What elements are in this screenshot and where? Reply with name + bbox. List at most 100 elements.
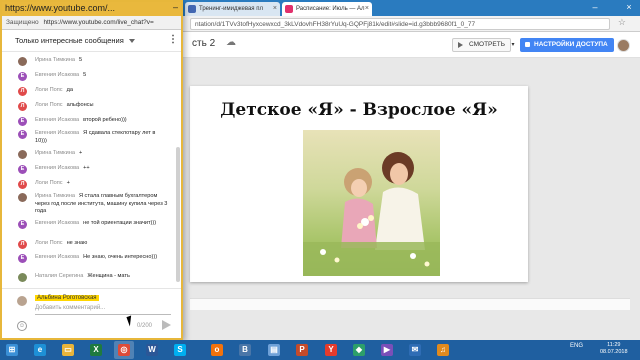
clock-time: 11:29 — [607, 342, 621, 348]
chrome-icon: ◎ — [118, 344, 130, 356]
secure-label: Защищено — [6, 19, 39, 26]
present-label: СМОТРЕТЬ — [469, 41, 505, 48]
taskbar-files[interactable]: ▤ — [264, 341, 284, 359]
avatar: Е — [18, 254, 27, 263]
stream-icon: ▶ — [381, 344, 393, 356]
taskbar-ppt[interactable]: P — [292, 341, 312, 359]
browser-tab-training[interactable]: Тренинг-имиджевая пл × — [185, 2, 280, 16]
message-author[interactable]: Евгения Исакова — [35, 254, 79, 260]
taskbar-skype[interactable]: S — [170, 341, 190, 359]
system-clock[interactable]: 11:29 08.07.2018 — [600, 342, 628, 356]
cloud-saved-icon: ☁ — [226, 37, 236, 48]
avatar: Л — [18, 102, 27, 111]
avatar: Е — [18, 117, 27, 126]
chat-message: Л Лоли Попс альфонсы — [18, 102, 168, 111]
files-icon: ▤ — [268, 344, 280, 356]
message-text: Женщина - мать — [87, 273, 130, 279]
message-author[interactable]: Евгения Исакова — [35, 220, 79, 226]
chat-scrollbar[interactable] — [176, 147, 180, 282]
chat-message: Л Лоли Попс да — [18, 87, 168, 96]
comment-input[interactable]: Добавить комментарий... — [35, 305, 105, 311]
start-button[interactable]: ⊞ — [2, 341, 22, 359]
emoji-icon[interactable]: ☺ — [17, 321, 27, 331]
chat-message: Е Евгения Исакова Не знаю, очень интересн… — [18, 254, 168, 263]
share-button[interactable]: НАСТРОЙКИ ДОСТУПА — [520, 38, 614, 52]
speaker-notes[interactable] — [190, 298, 630, 310]
taskbar-ie[interactable]: e — [30, 341, 50, 359]
taskbar-word[interactable]: W — [142, 341, 162, 359]
document-title[interactable]: сть 2 — [192, 38, 215, 49]
taskbar-player[interactable]: ♫ — [433, 341, 453, 359]
taskbar-stream[interactable]: ▶ — [377, 341, 397, 359]
avatar — [18, 57, 27, 66]
photo-illustration — [303, 152, 440, 276]
mail-icon: ✉ — [409, 344, 421, 356]
close-icon[interactable]: × — [273, 2, 277, 16]
current-slide[interactable]: Детское «Я» - Взрослое «Я» — [190, 86, 528, 282]
taskbar-app[interactable]: ◆ — [349, 341, 369, 359]
word-icon: W — [146, 344, 158, 356]
language-indicator[interactable]: ENG — [570, 343, 583, 349]
avatar: Е — [18, 72, 27, 81]
message-author[interactable]: Лоли Попс — [35, 87, 63, 93]
message-text: 5 — [83, 72, 87, 78]
avatar: Е — [18, 130, 27, 139]
browser-tab-schedule[interactable]: Расписание: Июль — Ал × — [282, 2, 372, 16]
close-window-button[interactable]: × — [620, 0, 638, 16]
skype-icon: S — [174, 344, 186, 356]
chat-input-area: Альбина Роготовская Добавить комментарий… — [2, 288, 181, 338]
message-author[interactable]: Евгения Исакова — [35, 130, 79, 136]
message-author[interactable]: Евгения Исакова — [35, 72, 79, 78]
account-avatar[interactable] — [617, 39, 630, 52]
minimize-icon[interactable]: – — [173, 2, 178, 12]
avatar — [18, 273, 27, 282]
message-author[interactable]: Евгения Исакова — [35, 165, 79, 171]
message-author[interactable]: Лоли Попс — [35, 240, 63, 246]
powerpoint-icon: P — [296, 344, 308, 356]
message-text: да — [66, 87, 73, 93]
taskbar-yandex[interactable]: Y — [321, 341, 341, 359]
excel-icon: X — [90, 344, 102, 356]
message-author[interactable]: Евгения Исакова — [35, 117, 79, 123]
present-button[interactable]: СМОТРЕТЬ — [452, 38, 511, 52]
minimize-button[interactable]: – — [586, 0, 604, 16]
message-author[interactable]: Лоли Попс — [35, 102, 63, 108]
message-author[interactable]: Наталия Серегина — [35, 273, 83, 279]
mother-daughter-photo[interactable] — [303, 130, 440, 276]
message-author[interactable]: Лоли Попс — [35, 180, 63, 186]
taskbar: ⊞ e ▭ X ◎ W S o B ▤ P Y ◆ ▶ ✉ ♫ ENG 11:2… — [0, 340, 640, 360]
url-field[interactable]: ntation/d/1TVv3tofHyxcewxcd_3kLVdovhFH38… — [190, 18, 610, 30]
yandex-icon: Y — [325, 344, 337, 356]
chat-filter-select[interactable]: Только интересные сообщения — [15, 36, 124, 45]
message-author[interactable]: Ирина Тимкина — [35, 193, 75, 199]
chat-message: Е Евгения Исакова Я сдавала стеклотару ле… — [18, 130, 168, 145]
message-text: 5 — [78, 57, 83, 63]
slide-title[interactable]: Детское «Я» - Взрослое «Я» — [190, 100, 528, 120]
taskbar-mail[interactable]: ✉ — [405, 341, 425, 359]
play-icon — [458, 42, 463, 48]
bookmark-star-icon[interactable]: ☆ — [618, 17, 626, 28]
player-icon: ♫ — [437, 344, 449, 356]
taskbar-chrome[interactable]: ◎ — [114, 341, 134, 359]
chevron-down-icon[interactable] — [129, 39, 135, 43]
more-options-icon[interactable]: ⋮ — [168, 34, 178, 45]
chat-message: Е Евгения Исакова не той ориентации значи… — [18, 220, 168, 229]
message-author[interactable]: Ирина Тимкина — [35, 57, 75, 63]
avatar: Е — [18, 220, 27, 229]
present-options-button[interactable]: ▾ — [508, 38, 518, 52]
tab-label: Расписание: Июль — Ал — [296, 6, 365, 12]
page-icon — [285, 5, 293, 13]
popup-titlebar: https://www.youtube.com/... – — [2, 2, 181, 16]
app-icon: ◆ — [353, 344, 365, 356]
vk-icon — [188, 5, 196, 13]
folder-icon: ▭ — [62, 344, 74, 356]
taskbar-vk[interactable]: B — [235, 341, 255, 359]
taskbar-explorer[interactable]: ▭ — [58, 341, 78, 359]
close-icon[interactable]: × — [365, 2, 369, 16]
taskbar-excel[interactable]: X — [86, 341, 106, 359]
popup-url[interactable]: https://www.youtube.com/live_chat?v= — [40, 19, 153, 26]
taskbar-ok[interactable]: o — [207, 341, 227, 359]
send-icon[interactable] — [162, 320, 171, 330]
chat-message: Е Евгения Исакова ++ — [18, 165, 168, 174]
message-author[interactable]: Ирина Тимкина — [35, 150, 75, 156]
